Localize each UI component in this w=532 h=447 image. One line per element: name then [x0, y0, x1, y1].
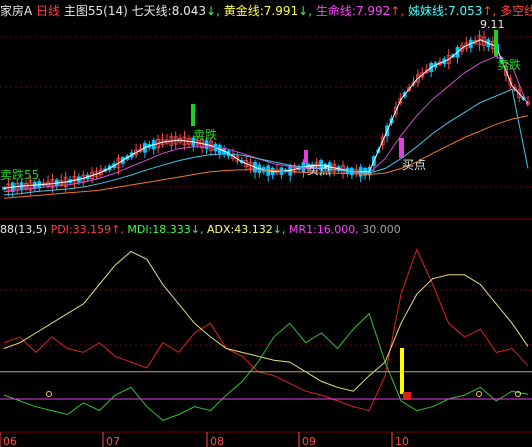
sister-label: 姊妹线: [407, 4, 449, 18]
price-high-label: 9.11 [480, 18, 505, 31]
x-axis-label: 06 [3, 435, 17, 447]
ma7-label: 七天线: [131, 4, 172, 18]
sell-annotation: 卖跌55 [0, 168, 40, 182]
mr1-value: 16.000, [316, 223, 359, 236]
sell-annotation: 卖跌 [497, 58, 522, 72]
life-arrow: ↑, [390, 4, 405, 18]
ma7-value: 8.043 [171, 4, 207, 18]
chart-name: 主图55 [63, 4, 104, 18]
buy-annotation: 买点 [307, 163, 332, 177]
symbol-name: 家房A [0, 4, 33, 18]
indicator-signal-bar [400, 348, 404, 394]
gold-value: 7.991 [263, 4, 299, 18]
pdi-value: 33.159 [72, 223, 112, 236]
ma-line-4 [3, 115, 529, 199]
main-header: 家房A 日线 主图55(14) 七天线:8.043↓, 黄金线:7.991↓, … [0, 4, 532, 18]
sell-signal-bar [191, 104, 195, 126]
mdi-arrow: ↓, [190, 223, 204, 236]
gold-arrow: ↓, [298, 4, 313, 18]
x-axis: 06 07 08 09 10 [0, 431, 532, 447]
adx-arrow: ↓, [272, 223, 286, 236]
indicator-grid [0, 289, 532, 346]
indicator-header: 88(13,5) PDI:33.159↑, MDI:18.333↓, ADX:4… [0, 223, 401, 237]
candlestick-layer [2, 30, 530, 198]
indicator-line-adx [3, 250, 529, 392]
indicator-name[interactable]: 88(13,5) [0, 223, 47, 236]
pdi-arrow: ↑, [111, 223, 124, 236]
mdi-value: 18.333 [152, 223, 191, 236]
x-axis-label: 09 [302, 435, 316, 447]
sister-arrow: ↑, [482, 4, 497, 18]
buy-annotation: 买点 [402, 158, 427, 172]
sell-annotation: 卖跌 [193, 128, 218, 142]
period-label[interactable]: 日线 [36, 4, 60, 18]
indicator-lines-layer [0, 248, 532, 421]
bullbear-label: 多空线 [500, 4, 532, 18]
sister-value: 7.053 [448, 4, 483, 18]
life-label: 生命线: [315, 4, 356, 18]
level-value: 30.000 [362, 223, 401, 236]
ma7-arrow: ↓, [206, 4, 220, 18]
buy-signal-bar [304, 150, 308, 164]
gold-label: 黄金线: [223, 4, 264, 18]
pdi-label: PDI: [50, 223, 73, 236]
life-value: 7.992 [355, 4, 391, 18]
indicator-line-mdi [3, 312, 529, 421]
ma-line-1 [3, 39, 529, 189]
buy-signal-bar [399, 138, 404, 158]
mdi-label: MDI: [127, 223, 153, 236]
ma-line-2 [3, 55, 529, 193]
mr1-label: MR1: [288, 223, 317, 236]
indicator-line-pdi [3, 248, 529, 412]
x-axis-label: 07 [106, 435, 120, 447]
adx-value: 43.132 [234, 223, 273, 236]
indicator-dot-marker [46, 391, 52, 397]
adx-label: ADX: [207, 223, 235, 236]
x-axis-label: 10 [395, 435, 409, 447]
indicator-dot-marker [476, 391, 482, 397]
chart-param: (14) [103, 4, 128, 18]
sell-signal-bar [494, 30, 498, 56]
x-axis-label: 08 [210, 435, 224, 447]
indicator-signal-block [403, 392, 411, 400]
